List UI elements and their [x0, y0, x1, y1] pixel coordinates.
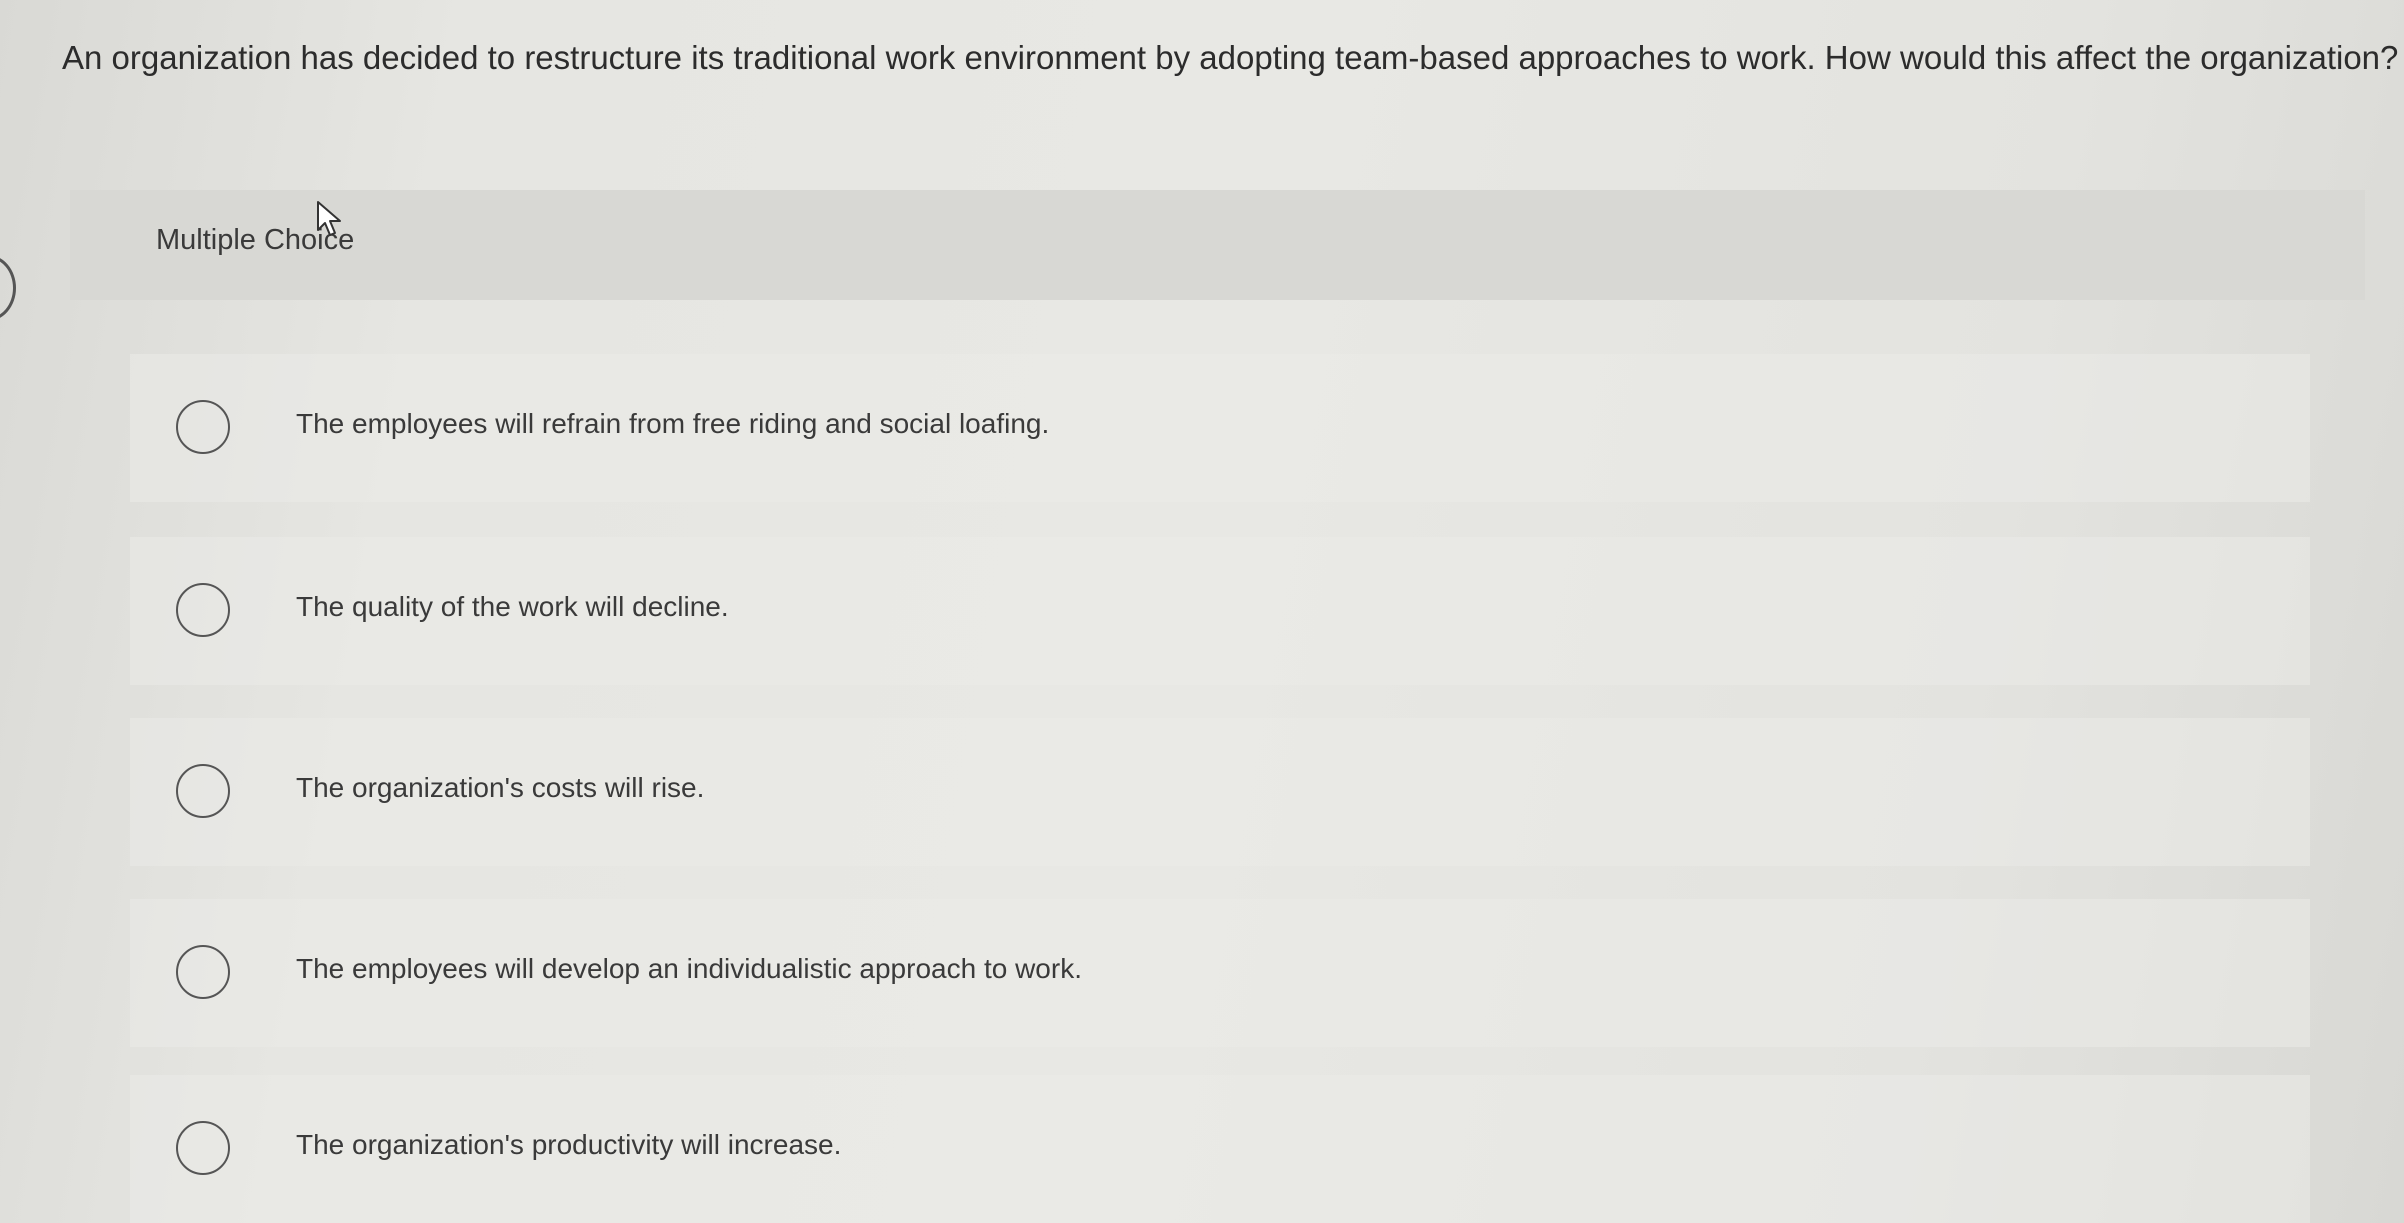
option-a-label: The employees will refrain from free rid… — [296, 408, 1050, 439]
mouse-pointer-icon — [317, 201, 341, 236]
option-c-label: The organization's costs will rise. — [296, 772, 705, 803]
multiple-choice-header: Multiple Choice — [70, 190, 2365, 300]
question-text: An organization has decided to restructu… — [62, 39, 2399, 76]
option-b[interactable]: The quality of the work will decline. — [130, 537, 2310, 685]
option-a[interactable]: The employees will refrain from free rid… — [130, 354, 2310, 502]
edge-control[interactable] — [0, 255, 16, 321]
option-b-label: The quality of the work will decline. — [296, 591, 729, 622]
option-e[interactable]: The organization's productivity will inc… — [130, 1075, 2310, 1223]
option-c[interactable]: The organization's costs will rise. — [130, 718, 2310, 866]
radio-option-b[interactable] — [176, 583, 230, 637]
option-d[interactable]: The employees will develop an individual… — [130, 899, 2310, 1047]
radio-option-d[interactable] — [176, 945, 230, 999]
option-e-label: The organization's productivity will inc… — [296, 1129, 842, 1160]
radio-option-c[interactable] — [176, 764, 230, 818]
radio-option-e[interactable] — [176, 1121, 230, 1175]
radio-option-a[interactable] — [176, 400, 230, 454]
option-d-label: The employees will develop an individual… — [296, 953, 1082, 984]
